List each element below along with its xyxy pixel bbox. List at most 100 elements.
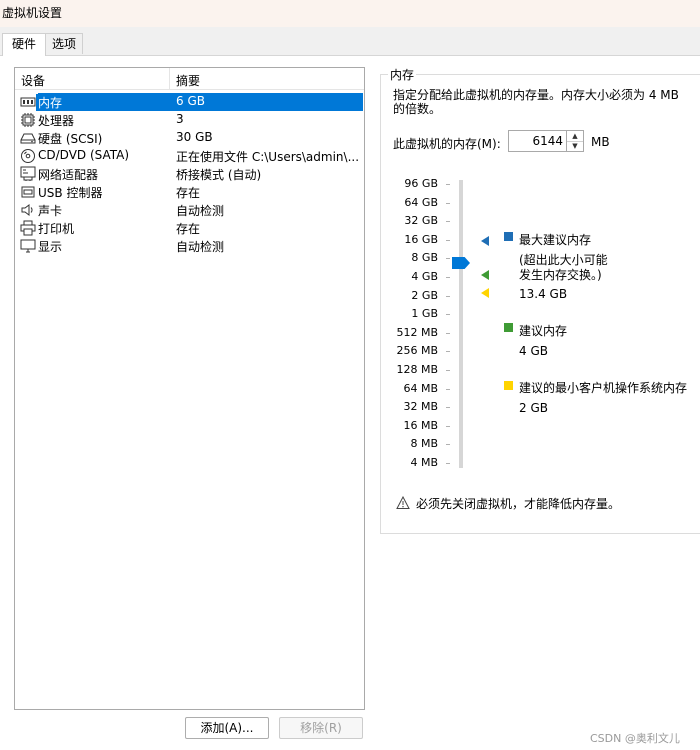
device-row-sound[interactable]: 声卡 自动检测: [15, 201, 364, 219]
device-row-display[interactable]: 显示 自动检测: [15, 237, 364, 255]
scale-tick-label: 96 GB: [404, 177, 438, 190]
scale-tick-label: 16 GB: [404, 232, 438, 246]
max-recommended-note-line2: 发生内存交换。): [519, 268, 602, 282]
scale-tick-mark: [446, 444, 450, 446]
printer-icon: [20, 220, 36, 236]
device-summary: 6 GB: [176, 94, 205, 108]
scale-tick-label: 1 GB: [411, 307, 438, 321]
scale-tick-label: 64 GB: [404, 195, 438, 209]
device-summary: 自动检测: [176, 240, 225, 254]
column-header-summary[interactable]: 摘要: [176, 72, 200, 89]
scale-tick-label: 256 MB: [396, 344, 438, 358]
tab-options-label: 选项: [51, 37, 76, 51]
warning-icon: [396, 496, 410, 509]
device-name: 显示: [38, 240, 63, 254]
memory-size-input[interactable]: 6144: [532, 134, 563, 148]
memory-unit-label: MB: [591, 135, 610, 149]
max-recommended-value: 13.4 GB: [519, 287, 568, 301]
memory-size-spinner[interactable]: 6144 ▲ ▼: [508, 130, 584, 152]
scale-tick-mark: [446, 295, 450, 297]
tab-hardware[interactable]: 硬件: [2, 33, 46, 56]
memory-description: 指定分配给此虚拟机的内存量。内存大小必须为 4 MB 的倍数。: [393, 88, 679, 116]
device-summary: 30 GB: [176, 130, 213, 144]
min-recommended-marker-icon: [481, 288, 489, 298]
cd-icon: [21, 149, 35, 163]
scale-tick-label: 32 GB: [404, 214, 438, 228]
title-bar: 虚拟机设置: [0, 0, 700, 27]
scale-tick-label: 4 GB: [411, 270, 438, 283]
device-name: 处理器: [38, 114, 75, 128]
window-title: 虚拟机设置: [2, 6, 63, 20]
scale-tick-mark: [446, 388, 450, 390]
scale-tick-mark: [446, 184, 450, 185]
scale-tick-mark: [446, 351, 450, 353]
speaker-icon: [21, 204, 33, 216]
scale-tick-label: 8 GB: [411, 251, 438, 265]
device-name: USB 控制器: [38, 186, 103, 200]
spinner-down-icon[interactable]: ▼: [566, 141, 583, 151]
device-row-processor[interactable]: 处理器 3: [15, 111, 364, 129]
min-recommended-value: 2 GB: [519, 401, 548, 415]
watermark: CSDN @奥利文儿: [590, 732, 680, 745]
remove-device-button[interactable]: 移除(R): [279, 717, 363, 739]
scale-tick-mark: [446, 332, 450, 334]
scale-tick-mark: [446, 463, 450, 464]
scale-tick-label: 4 MB: [410, 456, 438, 469]
memory-group-title: 内存: [388, 66, 417, 83]
device-name: 内存: [36, 94, 65, 111]
device-row-network[interactable]: 网络适配器 桥接模式 (自动): [15, 165, 364, 183]
scale-tick-label: 64 MB: [403, 381, 438, 395]
memory-slider-track[interactable]: [459, 180, 463, 468]
scale-tick-mark: [446, 407, 450, 409]
scale-tick-mark: [446, 370, 450, 371]
scale-tick-label: 8 MB: [410, 437, 438, 451]
scale-tick-label: 2 GB: [411, 288, 438, 302]
max-recommended-swatch-icon: [504, 232, 513, 241]
scale-tick-mark: [446, 202, 450, 204]
scale-tick-mark: [446, 258, 450, 260]
scale-tick-label: 16 MB: [403, 418, 438, 432]
max-recommended-title: 最大建议内存: [519, 233, 592, 247]
memory-warning-text: 必须先关闭虚拟机，才能降低内存量。: [416, 497, 621, 511]
device-row-memory[interactable]: 内存 6 GB: [15, 93, 364, 111]
cpu-icon: [21, 113, 35, 127]
device-summary: 自动检测: [176, 204, 225, 218]
scale-tick-mark: [446, 239, 450, 241]
recommended-swatch-icon: [504, 323, 513, 332]
scale-tick-mark: [446, 314, 450, 316]
max-recommended-marker-icon: [481, 236, 489, 246]
device-summary: 桥接模式 (自动): [176, 168, 262, 182]
device-list[interactable]: 设备 摘要 内存 6 GB 处理器 3 硬盘 (SCSI) 30 GB CD/D…: [14, 67, 365, 710]
device-row-cddvd[interactable]: CD/DVD (SATA) 正在使用文件 C:\Users\admin\...: [15, 147, 364, 165]
scale-tick-label: 512 MB: [396, 325, 438, 339]
memory-size-label: 此虚拟机的内存(M):: [393, 137, 501, 151]
device-name: CD/DVD (SATA): [38, 148, 130, 162]
monitor-icon: [20, 239, 36, 253]
scale-tick-label: 32 MB: [403, 400, 438, 414]
usb-icon: [21, 186, 35, 198]
device-name: 网络适配器: [38, 168, 99, 182]
memory-icon: [20, 97, 36, 107]
scale-tick-mark: [446, 277, 450, 278]
column-header-device[interactable]: 设备: [21, 72, 45, 89]
disk-icon: [20, 133, 36, 144]
recommended-title: 建议内存: [519, 324, 568, 338]
tab-options[interactable]: 选项: [45, 33, 83, 54]
recommended-value: 4 GB: [519, 344, 548, 358]
device-summary: 正在使用文件 C:\Users\admin\...: [176, 150, 360, 164]
scale-tick-label: 128 MB: [396, 363, 438, 376]
device-summary: 存在: [176, 186, 201, 200]
device-row-usb[interactable]: USB 控制器 存在: [15, 183, 364, 201]
device-summary: 存在: [176, 222, 201, 236]
min-recommended-title: 建议的最小客户机操作系统内存: [519, 381, 688, 395]
scale-tick-mark: [446, 221, 450, 223]
device-name: 硬盘 (SCSI): [38, 132, 103, 146]
add-device-button[interactable]: 添加(A)...: [185, 717, 269, 739]
recommended-marker-icon: [481, 270, 489, 280]
device-row-disk[interactable]: 硬盘 (SCSI) 30 GB: [15, 129, 364, 147]
device-summary: 3: [176, 112, 184, 126]
network-icon: [20, 166, 36, 181]
column-separator[interactable]: [169, 68, 170, 89]
device-row-printer[interactable]: 打印机 存在: [15, 219, 364, 237]
min-recommended-swatch-icon: [504, 381, 513, 390]
